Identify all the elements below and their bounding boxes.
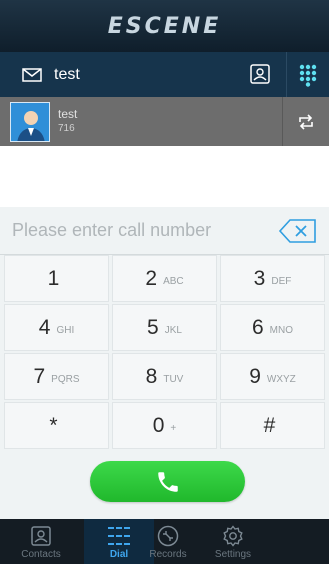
key-letters: GHI <box>56 324 75 336</box>
backspace-button[interactable] <box>278 218 318 244</box>
key-digit: 9 <box>249 364 261 388</box>
key-letters: PQRS <box>51 373 80 385</box>
avatar <box>10 101 50 142</box>
line-number: 716 <box>58 123 75 134</box>
contacts-icon <box>28 524 54 548</box>
phone-handset-icon <box>157 471 178 492</box>
key-digit: 6 <box>251 315 264 339</box>
nav-contacts[interactable]: Contacts <box>6 519 76 564</box>
key-digit: 2 <box>145 266 158 290</box>
key-hash[interactable]: # <box>220 402 325 449</box>
key-letters: TUV <box>163 373 184 385</box>
dial-area: 1 2 ABC 3 DEF 4 GHI 5 JKL 6 MNO 7 PQRS 8 TUV 9W… <box>0 207 329 519</box>
line-name: test <box>58 107 78 121</box>
nav-label: Records <box>149 549 187 560</box>
key-digit: 4 <box>38 315 51 339</box>
key-9[interactable]: 9 WXYZ <box>220 353 325 400</box>
key-digit: 1 <box>47 266 60 290</box>
nav-label: Dial <box>109 549 129 560</box>
nav-records[interactable]: Records <box>133 519 203 564</box>
records-icon <box>155 524 181 548</box>
key-8[interactable]: 8 TUV <box>112 353 217 400</box>
key-star[interactable]: * <box>4 402 109 449</box>
settings-icon <box>220 524 246 548</box>
nav-settings[interactable]: Settings <box>198 519 268 564</box>
contact-card-icon[interactable] <box>249 63 271 85</box>
key-digit: 3 <box>253 266 266 290</box>
key-letters: WXYZ <box>266 373 296 385</box>
nav-label: Contacts <box>21 549 61 560</box>
call-number-input[interactable] <box>12 220 262 241</box>
key-letters: MNO <box>269 324 294 336</box>
key-7[interactable]: 7 PQRS <box>4 353 109 400</box>
swap-line-button[interactable] <box>282 97 329 146</box>
key-6[interactable]: 6 MNO <box>220 304 325 351</box>
key-letters: DEF <box>271 275 292 287</box>
dialpad-icon <box>106 524 132 548</box>
bottom-nav: Contacts Dial Records Settings <box>0 519 329 564</box>
key-1[interactable]: 1 <box>4 255 109 302</box>
nav-label: Settings <box>214 549 252 560</box>
phone-screen: ESCENE test test 716 Please enter call n… <box>0 0 329 564</box>
line-info: test 716 <box>58 107 77 136</box>
key-5[interactable]: 5 JKL <box>112 304 217 351</box>
key-digit: 8 <box>145 364 158 388</box>
number-display <box>0 207 329 255</box>
key-digit: 5 <box>147 315 159 339</box>
key-letters: JKL <box>164 324 182 336</box>
key-digit: * <box>49 413 58 437</box>
mail-icon[interactable] <box>22 67 42 82</box>
key-3[interactable]: 3 DEF <box>220 255 325 302</box>
dialpad-grid-icon <box>299 64 317 87</box>
dialpad-toggle-button[interactable] <box>286 52 329 97</box>
key-4[interactable]: 4 GHI <box>4 304 109 351</box>
swap-arrows-icon <box>299 113 313 130</box>
active-line-row[interactable]: test 716 <box>0 97 329 146</box>
key-2[interactable]: 2 ABC <box>112 255 217 302</box>
call-button[interactable] <box>90 461 245 502</box>
brand-logo: ESCENE <box>107 13 222 39</box>
logo-bar: ESCENE <box>0 0 329 52</box>
account-bar: test <box>0 52 329 97</box>
key-0[interactable]: 0 + <box>112 402 217 449</box>
account-name: test <box>54 65 80 83</box>
key-digit: # <box>263 413 276 437</box>
key-digit: 0 <box>152 413 165 437</box>
backspace-icon <box>278 219 316 243</box>
key-digit: 7 <box>33 364 46 388</box>
key-letters: ABC <box>163 275 184 287</box>
key-letters: + <box>170 422 177 434</box>
